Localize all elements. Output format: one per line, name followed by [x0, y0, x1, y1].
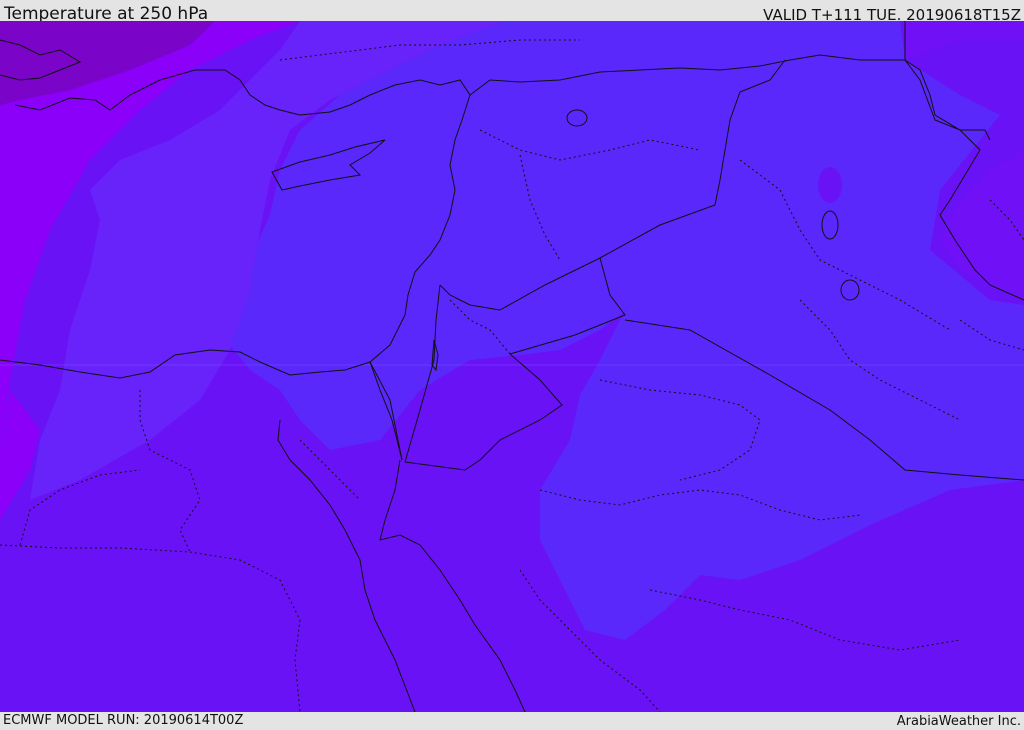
map-canvas	[0, 21, 1024, 712]
map-footer: ECMWF MODEL RUN: 20190614T00Z ArabiaWeat…	[0, 712, 1024, 729]
temperature-shading	[0, 21, 1024, 712]
weather-map	[0, 21, 1024, 712]
brand-label: ArabiaWeather Inc.	[896, 714, 1021, 729]
map-header: Temperature at 250 hPa VALID T+111 TUE. …	[0, 0, 1024, 24]
temp-field-warm-blob	[818, 167, 842, 203]
model-run-label: ECMWF MODEL RUN: 20190614T00Z	[3, 713, 244, 728]
